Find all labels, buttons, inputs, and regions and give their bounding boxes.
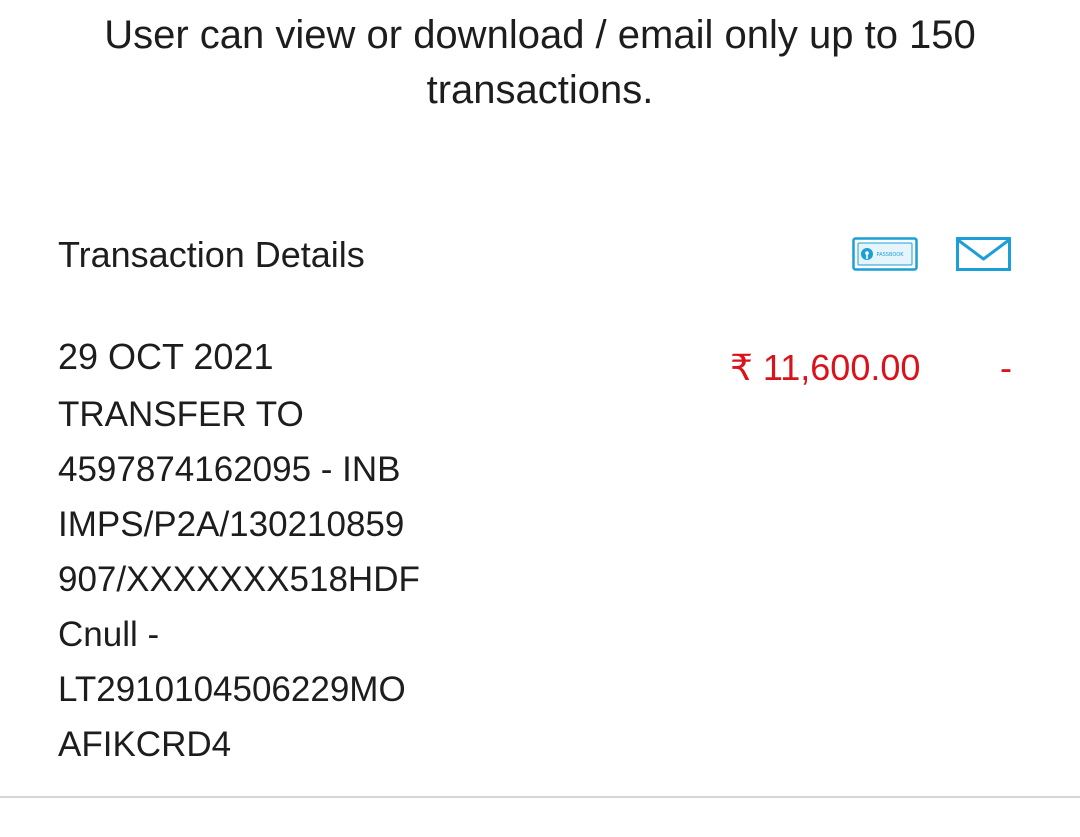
description-line: IMPS/P2A/130210859 <box>58 505 405 544</box>
description-line: Cnull - <box>58 615 160 654</box>
transaction-type-indicator: - <box>1000 347 1012 388</box>
transaction-date: 29 OCT 2021 <box>58 336 274 377</box>
mail-icon[interactable] <box>956 237 1011 271</box>
transaction-row[interactable]: 29 OCT 2021 TRANSFER TO 4597874162095 - … <box>0 330 1080 797</box>
row-divider <box>0 796 1080 798</box>
description-line: 4597874162095 - INB <box>58 450 401 489</box>
transaction-limit-notice: User can view or download / email only u… <box>104 13 976 112</box>
transaction-description: TRANSFER TO 4597874162095 - INB IMPS/P2A… <box>58 387 458 772</box>
transaction-amount: ₹ 11,600.00 <box>730 347 921 388</box>
description-line: TRANSFER TO <box>58 395 304 434</box>
passbook-icon-label: PASSBOOK <box>877 252 905 258</box>
description-line: LT2910104506229MO <box>58 670 406 709</box>
description-line: 907/XXXXXXX518HDF <box>58 560 420 599</box>
description-line: AFIKCRD4 <box>58 725 232 764</box>
passbook-icon[interactable]: PASSBOOK <box>852 237 918 271</box>
section-title: Transaction Details <box>58 234 365 275</box>
